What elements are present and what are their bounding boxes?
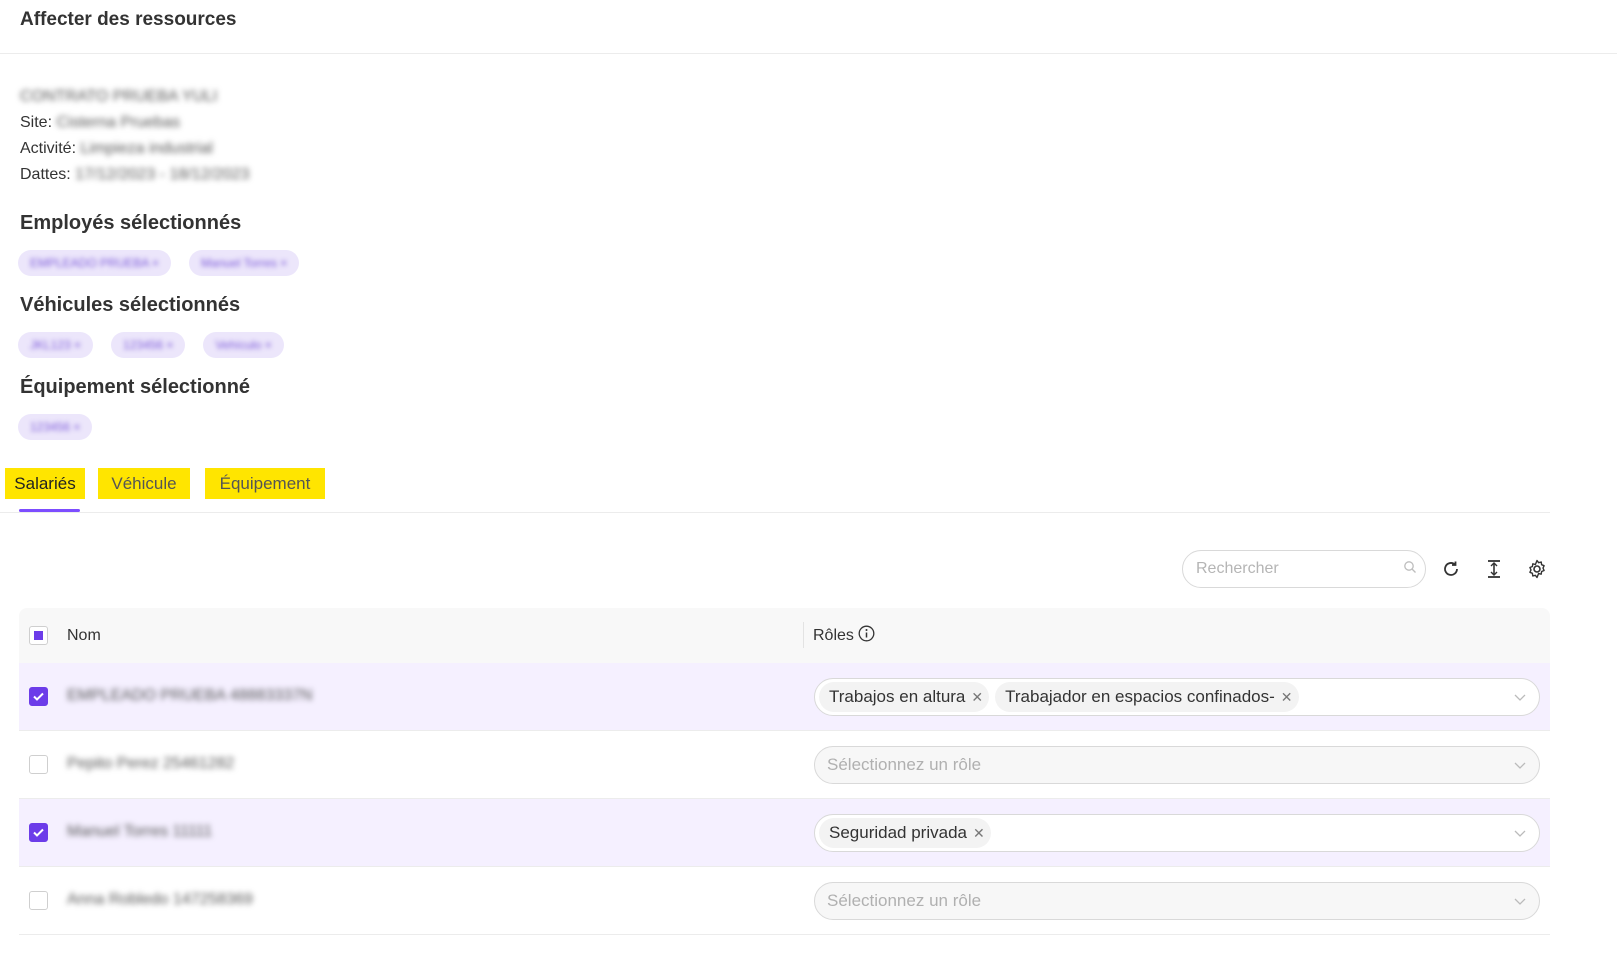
role-tag: Trabajador en espacios confinados- ✕	[995, 682, 1299, 712]
column-height-icon[interactable]	[1483, 558, 1505, 580]
tab-salaries[interactable]: Salariés	[5, 468, 85, 499]
column-divider	[803, 622, 804, 648]
employee-name: EMPLEADO PRUEBA 48883337N	[67, 687, 313, 704]
close-icon[interactable]: ✕	[1281, 689, 1293, 706]
settings-icon[interactable]	[1526, 558, 1548, 580]
close-icon[interactable]: ✕	[971, 689, 983, 706]
selected-equipment-chips: 123456 ×	[18, 414, 93, 440]
role-select[interactable]: Trabajos en altura ✕ Trabajador en espaci…	[814, 678, 1540, 716]
employee-chip[interactable]: Manuel Torres ×	[189, 250, 300, 276]
table-row[interactable]: Pepito Perez 25461282 Sélectionnez un rô…	[19, 731, 1550, 799]
employees-table: Nom Rôles EMPLEADO PRUEBA 48883337N Trab…	[19, 608, 1550, 935]
page-header: Affecter des ressources	[0, 0, 1617, 54]
employee-name: Manuel Torres 11111	[67, 823, 213, 840]
column-header-roles-label: Rôles	[813, 626, 854, 644]
vehicle-chip[interactable]: JKL123 ×	[18, 332, 94, 358]
role-select[interactable]: Sélectionnez un rôle	[814, 746, 1540, 784]
close-icon[interactable]: ✕	[973, 825, 985, 842]
resource-tabs: Salariés Véhicule Équipement	[0, 466, 1550, 513]
table-row[interactable]: EMPLEADO PRUEBA 48883337N Trabajos en al…	[19, 663, 1550, 731]
info-icon[interactable]	[858, 625, 875, 647]
selected-employees-title: Employés sélectionnés	[20, 212, 242, 234]
chevron-down-icon	[1513, 758, 1527, 777]
role-placeholder: Sélectionnez un rôle	[827, 891, 982, 910]
selected-vehicles-title: Véhicules sélectionnés	[20, 294, 241, 316]
search-icon[interactable]	[1403, 560, 1417, 579]
row-checkbox[interactable]	[29, 823, 48, 842]
role-select[interactable]: Seguridad privada ✕	[814, 814, 1540, 852]
search-input[interactable]	[1196, 560, 1403, 578]
activity-label: Activité:	[20, 140, 77, 157]
table-row[interactable]: Anna Robledo 147258369 Sélectionnez un r…	[19, 867, 1550, 935]
page-title: Affecter des ressources	[20, 9, 237, 30]
chevron-down-icon	[1513, 826, 1527, 845]
contract-info: CONTRATO PRUEBA YULI Site: Cisterna Prue…	[20, 84, 250, 188]
site-value: Cisterna Pruebas	[56, 114, 181, 131]
row-checkbox[interactable]	[29, 687, 48, 706]
employee-name: Anna Robledo 147258369	[67, 891, 253, 908]
role-tag: Seguridad privada ✕	[819, 818, 991, 848]
contract-name: CONTRATO PRUEBA YULI	[20, 88, 218, 105]
active-tab-indicator	[19, 509, 80, 512]
column-header-name[interactable]: Nom	[67, 627, 101, 645]
tab-equipement[interactable]: Équipement	[205, 468, 325, 499]
select-all-checkbox[interactable]	[29, 626, 48, 645]
row-checkbox[interactable]	[29, 755, 48, 774]
selected-employees-chips: EMPLEADO PRUEBA × Manuel Torres ×	[18, 250, 300, 276]
dates-label: Dattes:	[20, 166, 71, 183]
table-header: Nom Rôles	[19, 608, 1550, 663]
chevron-down-icon	[1513, 690, 1527, 709]
role-select[interactable]: Sélectionnez un rôle	[814, 882, 1540, 920]
refresh-icon[interactable]	[1440, 558, 1462, 580]
role-tag: Trabajos en altura ✕	[819, 682, 990, 712]
activity-value: Limpieza industrial	[80, 140, 213, 157]
table-row[interactable]: Manuel Torres 11111 Seguridad privada ✕	[19, 799, 1550, 867]
role-placeholder: Sélectionnez un rôle	[827, 755, 982, 774]
column-header-roles: Rôles	[813, 625, 875, 647]
row-checkbox[interactable]	[29, 891, 48, 910]
employee-name: Pepito Perez 25461282	[67, 755, 235, 772]
search-box	[1182, 550, 1426, 588]
chevron-down-icon	[1513, 894, 1527, 913]
equipment-chip[interactable]: 123456 ×	[18, 414, 93, 440]
selected-vehicles-chips: JKL123 × 123456 × Vehículo ×	[18, 332, 284, 358]
tab-vehicule[interactable]: Véhicule	[98, 468, 190, 499]
employee-chip[interactable]: EMPLEADO PRUEBA ×	[18, 250, 172, 276]
dates-value: 17/12/2023 - 18/12/2023	[75, 166, 250, 183]
site-label: Site:	[20, 114, 53, 131]
selected-equipment-title: Équipement sélectionné	[20, 376, 251, 398]
vehicle-chip[interactable]: 123456 ×	[111, 332, 186, 358]
vehicle-chip[interactable]: Vehículo ×	[203, 332, 284, 358]
table-toolbar	[1182, 550, 1548, 588]
